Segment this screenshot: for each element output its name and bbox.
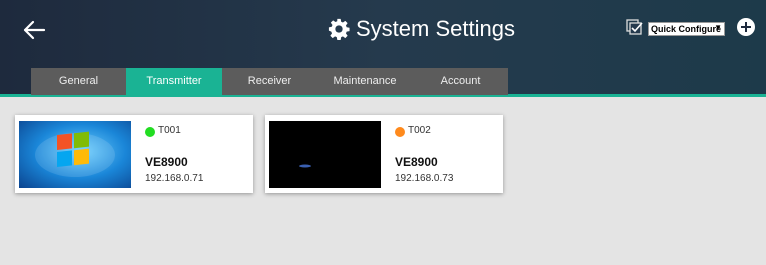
device-ip: 192.168.0.73 bbox=[395, 173, 454, 184]
tab-account[interactable]: Account bbox=[413, 68, 508, 95]
tab-transmitter[interactable]: Transmitter bbox=[126, 68, 222, 95]
device-preview-image bbox=[269, 121, 381, 188]
quick-configure-icon[interactable] bbox=[626, 19, 644, 37]
tab-receiver[interactable]: Receiver bbox=[222, 68, 317, 95]
device-card[interactable]: T002 VE8900 192.168.0.73 bbox=[265, 115, 503, 193]
device-ip: 192.168.0.71 bbox=[145, 173, 204, 184]
tab-general[interactable]: General bbox=[31, 68, 126, 95]
quick-configure-value: Quick Configure bbox=[651, 24, 722, 34]
device-model: VE8900 bbox=[395, 155, 438, 169]
dropdown-arrow-icon: ▼ bbox=[714, 23, 722, 32]
add-icon[interactable] bbox=[737, 18, 755, 36]
status-indicator bbox=[145, 127, 155, 137]
page-title-group: System Settings bbox=[328, 14, 515, 44]
quick-configure-select[interactable]: Quick Configure ▼ bbox=[648, 22, 725, 36]
status-indicator bbox=[395, 127, 405, 137]
tab-maintenance[interactable]: Maintenance bbox=[317, 68, 413, 95]
page-title: System Settings bbox=[356, 16, 515, 41]
tab-bar: General Transmitter Receiver Maintenance… bbox=[31, 68, 508, 95]
device-id: T001 bbox=[158, 125, 181, 136]
back-arrow-icon[interactable] bbox=[20, 16, 48, 44]
device-model: VE8900 bbox=[145, 155, 188, 169]
device-id: T002 bbox=[408, 125, 431, 136]
device-card[interactable]: T001 VE8900 192.168.0.71 bbox=[15, 115, 253, 193]
device-preview-image bbox=[19, 121, 131, 188]
gear-icon bbox=[328, 18, 350, 40]
